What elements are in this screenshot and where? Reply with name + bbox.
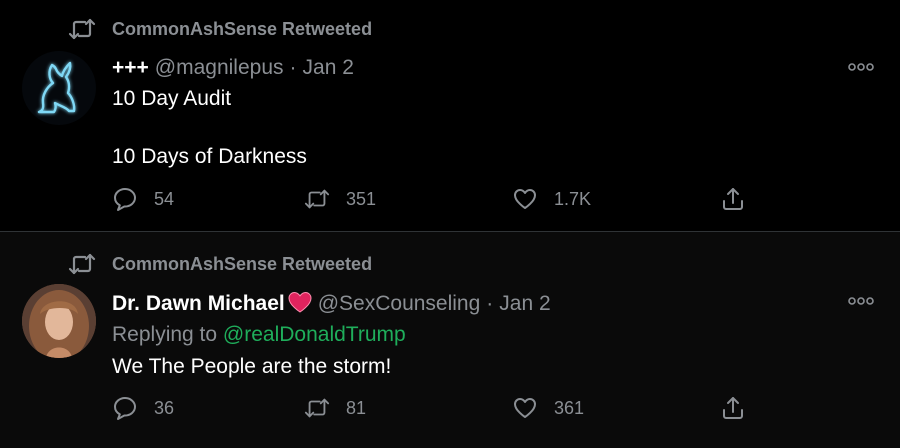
like-button[interactable]: 361	[512, 395, 584, 421]
tweet-header: Dr. Dawn Michael @SexCounseling · Jan 2	[112, 288, 840, 318]
heart-icon	[514, 189, 536, 209]
tweet-body: Dr. Dawn Michael @SexCounseling · Jan 2 …	[112, 288, 840, 381]
mention-link[interactable]: @realDonaldTrump	[223, 323, 406, 346]
share-button[interactable]	[720, 395, 746, 421]
tweet-date[interactable]: Jan 2	[499, 290, 550, 318]
user-handle[interactable]: @magnilepus	[155, 54, 284, 82]
retweet-context[interactable]: CommonAshSense Retweeted	[68, 253, 372, 275]
replying-to-label: Replying to	[112, 323, 223, 346]
tweet-1[interactable]: CommonAshSense Retweeted +++ @magnilepus…	[0, 0, 900, 232]
tweet-actions: 36 81 361	[112, 395, 752, 425]
neon-rabbit-avatar	[37, 61, 76, 114]
separator: ·	[289, 56, 297, 79]
reply-button[interactable]: 54	[112, 186, 174, 212]
retweet-context[interactable]: CommonAshSense Retweeted	[68, 18, 372, 40]
heart-emoji-icon	[288, 291, 312, 313]
more-options-icon[interactable]	[848, 62, 874, 72]
like-count: 361	[554, 397, 585, 418]
tweet-date[interactable]: Jan 2	[303, 54, 354, 82]
tweet-text: 10 Day Audit 10 Days of Darkness	[112, 87, 307, 168]
avatar[interactable]	[22, 51, 96, 125]
retweet-count: 81	[346, 397, 367, 418]
heart-icon	[514, 398, 536, 418]
display-name[interactable]: Dr. Dawn Michael	[112, 290, 285, 318]
retweet-icon	[304, 398, 330, 418]
separator: ·	[486, 292, 494, 315]
retweeted-by-label: CommonAshSense Retweeted	[112, 253, 373, 274]
reply-icon	[114, 397, 136, 420]
share-icon	[723, 397, 743, 419]
tweet-actions: 54 351 1.7K	[112, 186, 752, 216]
avatar[interactable]	[22, 284, 96, 358]
retweet-button[interactable]: 81	[304, 395, 366, 421]
tweet-header: +++ @magnilepus · Jan 2	[112, 54, 840, 82]
reply-icon	[114, 188, 136, 211]
retweet-count: 351	[346, 188, 377, 209]
tweet-2[interactable]: CommonAshSense Retweeted Dr. Dawn Michae…	[0, 232, 900, 448]
retweet-icon	[68, 253, 96, 275]
share-button[interactable]	[720, 186, 746, 212]
user-handle[interactable]: @SexCounseling	[318, 290, 481, 318]
like-button[interactable]: 1.7K	[512, 186, 591, 212]
reply-button[interactable]: 36	[112, 395, 174, 421]
replying-to: Replying to @realDonaldTrump	[112, 320, 840, 350]
retweet-icon	[304, 189, 330, 209]
tweet-text: We The People are the storm!	[112, 355, 392, 378]
share-icon	[723, 188, 743, 210]
display-name[interactable]: +++	[112, 54, 149, 82]
like-count: 1.7K	[554, 188, 592, 209]
more-options-icon[interactable]	[848, 296, 874, 306]
reply-count: 36	[154, 397, 175, 418]
retweet-button[interactable]: 351	[304, 186, 376, 212]
reply-count: 54	[154, 188, 175, 209]
retweet-icon	[68, 18, 96, 40]
woman-photo-avatar	[22, 284, 96, 358]
tweet-body: +++ @magnilepus · Jan 2 10 Day Audit 10 …	[112, 54, 840, 171]
retweeted-by-label: CommonAshSense Retweeted	[112, 18, 373, 39]
